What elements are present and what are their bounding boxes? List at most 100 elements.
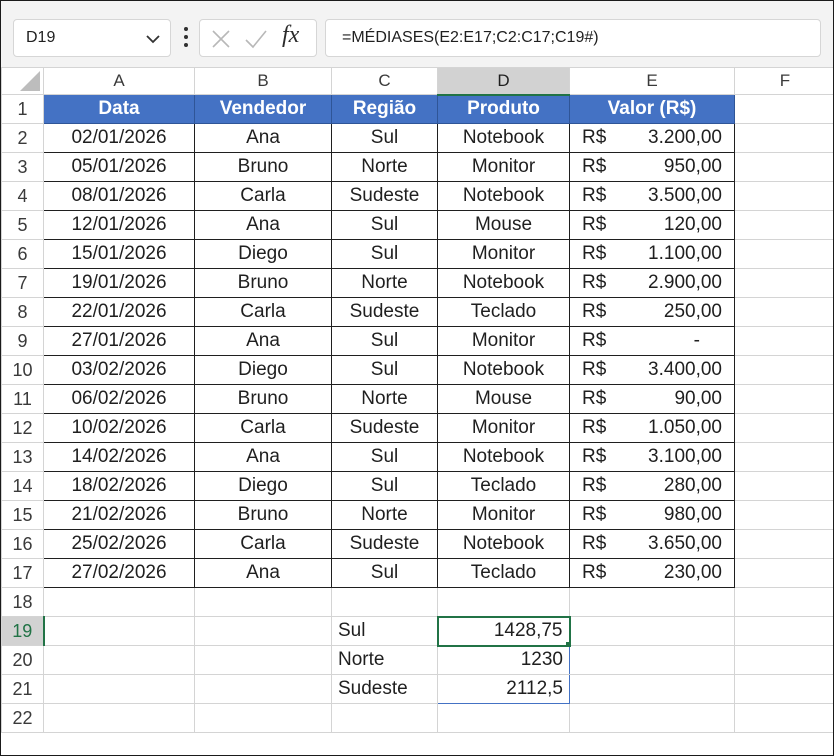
cell-region[interactable]: Sudeste xyxy=(331,181,438,211)
cell-product[interactable]: Teclado xyxy=(437,471,570,501)
row-header-2[interactable]: 2 xyxy=(1,123,44,153)
cell-product[interactable]: Notebook xyxy=(437,442,570,472)
empty-cell[interactable] xyxy=(734,123,833,153)
empty-cell[interactable] xyxy=(734,587,833,617)
cell-date[interactable]: 21/02/2026 xyxy=(43,500,195,530)
cell-seller[interactable]: Ana xyxy=(194,558,332,588)
column-header-d[interactable]: D xyxy=(437,67,570,96)
cell-date[interactable]: 06/02/2026 xyxy=(43,384,195,414)
table-header-cell[interactable]: Produto xyxy=(437,94,570,124)
cell-date[interactable]: 19/01/2026 xyxy=(43,268,195,298)
cell-date[interactable]: 22/01/2026 xyxy=(43,297,195,327)
cell-value[interactable]: R$ 90,00 xyxy=(569,384,735,414)
empty-cell[interactable] xyxy=(734,152,833,182)
row-header-17[interactable]: 17 xyxy=(1,558,44,588)
empty-cell[interactable] xyxy=(734,326,833,356)
empty-cell[interactable] xyxy=(43,645,195,675)
cell-seller[interactable]: Ana xyxy=(194,210,332,240)
column-header-b[interactable]: B xyxy=(194,67,332,95)
formula-input[interactable]: =MÉDIASES(E2:E17;C2:C17;C19#) xyxy=(325,19,821,57)
cell-region[interactable]: Sul xyxy=(331,210,438,240)
cell-product[interactable]: Notebook xyxy=(437,123,570,153)
row-header-8[interactable]: 8 xyxy=(1,297,44,327)
cell-product[interactable]: Mouse xyxy=(437,384,570,414)
cell-value[interactable]: R$ 3.200,00 xyxy=(569,123,735,153)
empty-cell[interactable] xyxy=(734,703,833,733)
empty-cell[interactable] xyxy=(734,442,833,472)
summary-region-label[interactable]: Sul xyxy=(331,616,438,646)
column-header-f[interactable]: F xyxy=(734,67,833,95)
cell-region[interactable]: Sul xyxy=(331,326,438,356)
empty-cell[interactable] xyxy=(43,616,195,646)
row-header-15[interactable]: 15 xyxy=(1,500,44,530)
column-header-a[interactable]: A xyxy=(43,67,195,95)
cell-date[interactable]: 18/02/2026 xyxy=(43,471,195,501)
cell-value[interactable]: R$ 980,00 xyxy=(569,500,735,530)
empty-cell[interactable] xyxy=(734,500,833,530)
cell-product[interactable]: Notebook xyxy=(437,181,570,211)
empty-cell[interactable] xyxy=(734,529,833,559)
spill-result-cell[interactable]: 1230 xyxy=(437,645,570,675)
cell-value[interactable]: R$ 3.400,00 xyxy=(569,355,735,385)
empty-cell[interactable] xyxy=(194,674,332,704)
empty-cell[interactable] xyxy=(43,703,195,733)
cell-region[interactable]: Sul xyxy=(331,442,438,472)
empty-cell[interactable] xyxy=(734,645,833,675)
empty-cell[interactable] xyxy=(734,674,833,704)
cell-product[interactable]: Mouse xyxy=(437,210,570,240)
cell-date[interactable]: 27/02/2026 xyxy=(43,558,195,588)
cell-region[interactable]: Sul xyxy=(331,355,438,385)
cell-product[interactable]: Teclado xyxy=(437,558,570,588)
row-header-6[interactable]: 6 xyxy=(1,239,44,269)
cell-region[interactable]: Sudeste xyxy=(331,297,438,327)
empty-cell[interactable] xyxy=(569,703,735,733)
empty-cell[interactable] xyxy=(734,558,833,588)
empty-cell[interactable] xyxy=(734,355,833,385)
cell-value[interactable]: R$ 250,00 xyxy=(569,297,735,327)
vertical-dots-icon[interactable] xyxy=(179,23,193,51)
cell-seller[interactable]: Ana xyxy=(194,123,332,153)
empty-cell[interactable] xyxy=(569,616,735,646)
cell-region[interactable]: Norte xyxy=(331,152,438,182)
row-header-9[interactable]: 9 xyxy=(1,326,44,356)
row-header-4[interactable]: 4 xyxy=(1,181,44,211)
column-header-e[interactable]: E xyxy=(569,67,735,95)
cell-date[interactable]: 03/02/2026 xyxy=(43,355,195,385)
cell-seller[interactable]: Ana xyxy=(194,326,332,356)
cell-region[interactable]: Sul xyxy=(331,239,438,269)
empty-cell[interactable] xyxy=(734,413,833,443)
cell-value[interactable]: R$ - xyxy=(569,326,735,356)
cell-product[interactable]: Monitor xyxy=(437,326,570,356)
cell-value[interactable]: R$ 120,00 xyxy=(569,210,735,240)
row-header-1[interactable]: 1 xyxy=(1,94,44,124)
cell-seller[interactable]: Ana xyxy=(194,442,332,472)
summary-region-label[interactable]: Sudeste xyxy=(331,674,438,704)
cell-seller[interactable]: Bruno xyxy=(194,500,332,530)
empty-cell[interactable] xyxy=(194,645,332,675)
cell-value[interactable]: R$ 950,00 xyxy=(569,152,735,182)
empty-cell[interactable] xyxy=(569,587,735,617)
cell-value[interactable]: R$ 1.100,00 xyxy=(569,239,735,269)
cell-product[interactable]: Notebook xyxy=(437,268,570,298)
row-header-12[interactable]: 12 xyxy=(1,413,44,443)
cell-value[interactable]: R$ 280,00 xyxy=(569,471,735,501)
cell-seller[interactable]: Bruno xyxy=(194,384,332,414)
cell-region[interactable]: Norte xyxy=(331,384,438,414)
cell-region[interactable]: Sul xyxy=(331,123,438,153)
cell-value[interactable]: R$ 3.500,00 xyxy=(569,181,735,211)
fx-icon[interactable]: fx xyxy=(282,22,299,49)
empty-cell[interactable] xyxy=(194,703,332,733)
cell-seller[interactable]: Carla xyxy=(194,529,332,559)
cell-region[interactable]: Sudeste xyxy=(331,529,438,559)
cell-region[interactable]: Norte xyxy=(331,268,438,298)
table-header-cell[interactable]: Data xyxy=(43,94,195,124)
cell-product[interactable]: Monitor xyxy=(437,500,570,530)
cell-date[interactable]: 25/02/2026 xyxy=(43,529,195,559)
empty-cell[interactable] xyxy=(194,616,332,646)
cell-value[interactable]: R$ 1.050,00 xyxy=(569,413,735,443)
cell-region[interactable]: Sul xyxy=(331,558,438,588)
empty-cell[interactable] xyxy=(734,384,833,414)
cell-date[interactable]: 10/02/2026 xyxy=(43,413,195,443)
cell-region[interactable]: Norte xyxy=(331,500,438,530)
cell-value[interactable]: R$ 2.900,00 xyxy=(569,268,735,298)
